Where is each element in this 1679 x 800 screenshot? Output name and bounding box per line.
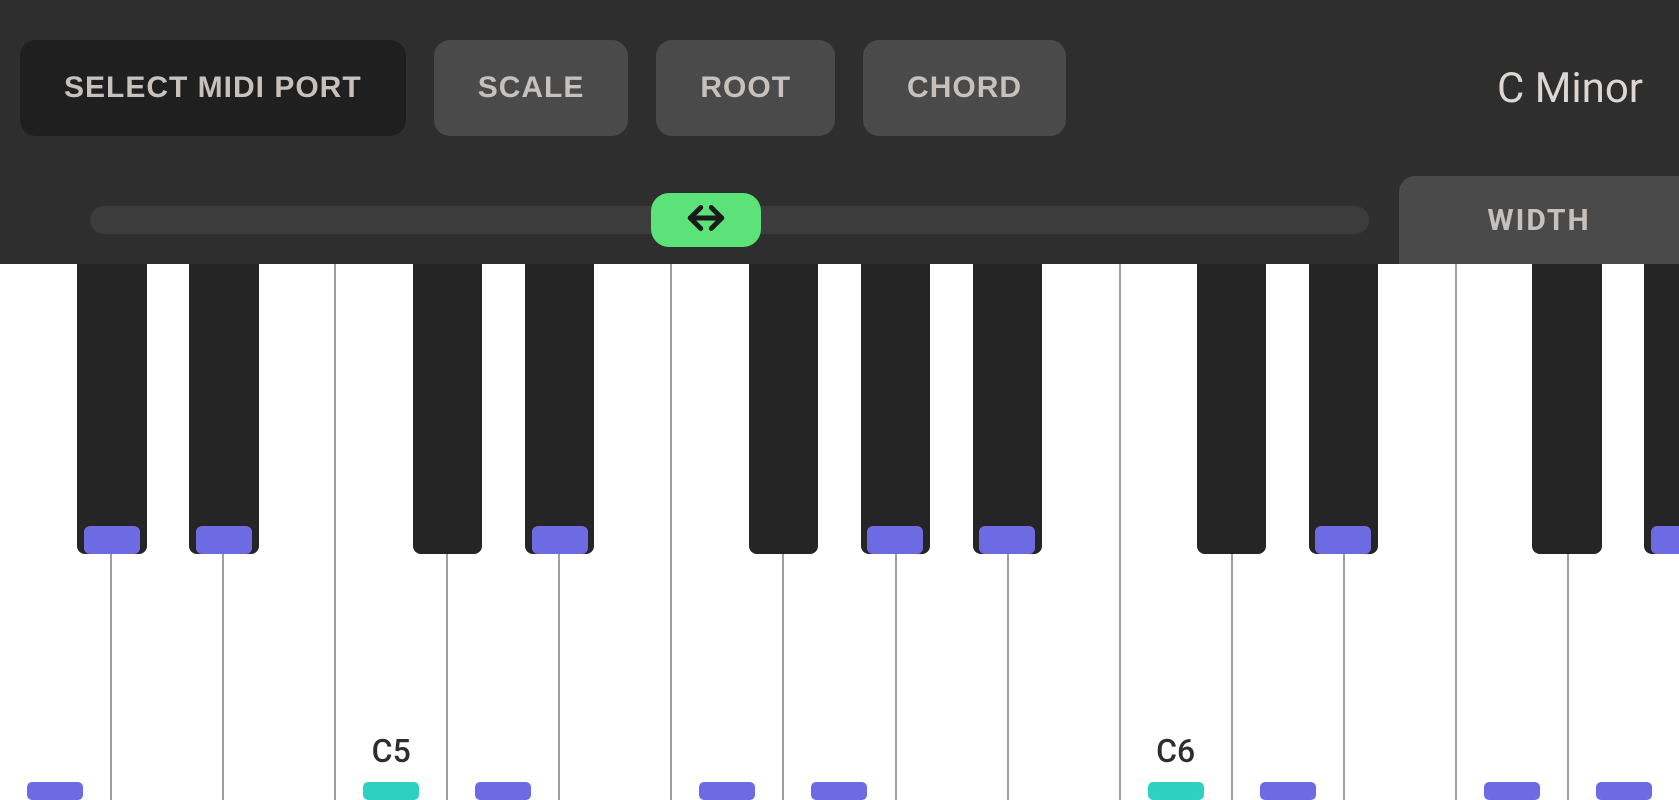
black-key-D#6[interactable] xyxy=(1309,264,1378,554)
black-key-F#6[interactable] xyxy=(1532,264,1601,554)
scale-marker xyxy=(979,526,1035,554)
black-key-G#6[interactable] xyxy=(1644,264,1679,554)
scale-marker xyxy=(1484,782,1540,800)
scale-marker xyxy=(475,782,531,800)
black-key-D#5[interactable] xyxy=(525,264,594,554)
black-key-C#5[interactable] xyxy=(413,264,482,554)
scale-marker xyxy=(699,782,755,800)
black-key-F#5[interactable] xyxy=(749,264,818,554)
octave-label: C5 xyxy=(372,732,411,770)
current-scale-label: C Minor xyxy=(1497,64,1643,113)
scale-marker xyxy=(363,782,419,800)
black-key-G#4[interactable] xyxy=(77,264,146,554)
black-key-C#6[interactable] xyxy=(1197,264,1266,554)
scale-marker xyxy=(811,782,867,800)
scale-marker xyxy=(532,526,588,554)
scale-marker xyxy=(27,782,83,800)
scale-button[interactable]: SCALE xyxy=(434,40,629,136)
scale-marker xyxy=(1315,526,1371,554)
horizontal-arrows-icon xyxy=(685,197,727,243)
piano-keyboard: C5 C6 xyxy=(0,264,1679,800)
scale-marker xyxy=(1148,782,1204,800)
root-button[interactable]: ROOT xyxy=(656,40,835,136)
chord-button[interactable]: CHORD xyxy=(863,40,1066,136)
scale-marker xyxy=(84,526,140,554)
select-midi-port-button[interactable]: SELECT MIDI PORT xyxy=(20,40,406,136)
scale-marker xyxy=(1596,782,1652,800)
width-button[interactable]: WIDTH xyxy=(1399,176,1679,264)
scale-marker xyxy=(1260,782,1316,800)
scale-marker xyxy=(196,526,252,554)
octave-label: C6 xyxy=(1156,732,1195,770)
scale-marker xyxy=(867,526,923,554)
keyboard-scroll-strip: WIDTH xyxy=(0,176,1679,264)
black-key-G#5[interactable] xyxy=(861,264,930,554)
black-key-A#4[interactable] xyxy=(189,264,258,554)
black-key-A#5[interactable] xyxy=(973,264,1042,554)
scale-marker xyxy=(1651,526,1679,554)
scroll-handle[interactable] xyxy=(651,193,761,247)
toolbar: SELECT MIDI PORT SCALE ROOT CHORD C Mino… xyxy=(0,0,1679,176)
